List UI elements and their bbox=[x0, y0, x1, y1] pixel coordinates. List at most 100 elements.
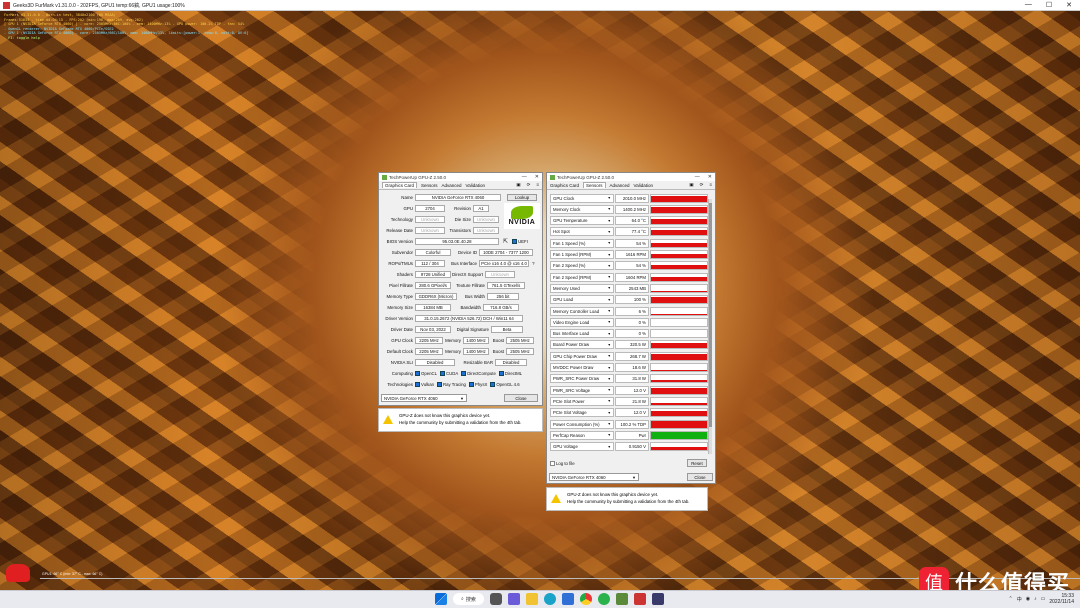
camera-icon[interactable]: ▣ bbox=[516, 182, 520, 188]
unknown-device-notice: GPU-Z does not know this graphics device… bbox=[378, 408, 543, 432]
volume-icon[interactable]: ♪ bbox=[1034, 596, 1037, 602]
minimize-icon[interactable]: — bbox=[695, 174, 700, 180]
close-icon[interactable]: ✕ bbox=[535, 174, 539, 180]
sensor-name[interactable]: GPU Voltage ▼ bbox=[550, 442, 614, 452]
furmark-taskbar-icon[interactable] bbox=[633, 593, 646, 605]
sensor-name[interactable]: Fan 1 Speed (RPM) ▼ bbox=[550, 250, 614, 259]
reset-button[interactable]: Reset bbox=[687, 459, 707, 467]
tab-sensors[interactable]: Sensors bbox=[583, 182, 606, 188]
sensor-name[interactable]: Fan 2 Speed (%) ▼ bbox=[550, 261, 614, 271]
sensor-name[interactable]: Power Consumption (%) ▼ bbox=[550, 419, 614, 429]
tab-validation[interactable]: Validation bbox=[466, 183, 485, 188]
directml-checkbox[interactable] bbox=[498, 370, 504, 376]
log-to-file-checkbox[interactable] bbox=[550, 460, 555, 466]
chevron-down-icon: ▼ bbox=[607, 365, 611, 370]
diesize-label: Die Size bbox=[454, 216, 471, 222]
sli-field: Disabled bbox=[415, 358, 455, 366]
sensor-name[interactable]: Video Engine Load ▼ bbox=[550, 317, 614, 327]
task-view-icon[interactable] bbox=[489, 593, 502, 605]
sensor-graph-fill bbox=[651, 254, 707, 258]
uefi-checkbox[interactable] bbox=[512, 238, 518, 244]
sensor-scrollbar[interactable] bbox=[708, 199, 712, 454]
gpuz-tabs: Graphics Card Sensors Advanced Validatio… bbox=[547, 181, 715, 190]
sensor-name[interactable]: Memory Used ▼ bbox=[550, 283, 614, 293]
chevron-down-icon: ▼ bbox=[607, 263, 611, 268]
sensor-name[interactable]: PCIe Slot Power ▼ bbox=[550, 396, 614, 406]
directx-label: DirectX Support bbox=[452, 271, 483, 277]
language-indicator[interactable]: 中 bbox=[1017, 596, 1022, 603]
sensor-name[interactable]: GPU Clock ▼ bbox=[550, 193, 614, 203]
sensor-name[interactable]: PCIe Slot Voltage ▼ bbox=[550, 408, 614, 418]
sensor-name[interactable]: Board Power Draw ▼ bbox=[550, 340, 614, 350]
sensor-graph bbox=[650, 351, 708, 361]
wechat-icon[interactable] bbox=[597, 593, 610, 605]
sensor-row: Memory Used ▼ 2543 MB bbox=[550, 283, 708, 293]
tab-graphics-card[interactable]: Graphics Card bbox=[550, 183, 579, 188]
opencl-checkbox[interactable] bbox=[415, 370, 420, 376]
help-icon[interactable]: ? bbox=[532, 261, 535, 266]
sensor-name[interactable]: Fan 1 Speed (%) ▼ bbox=[550, 238, 614, 248]
gpuz-app-icon bbox=[550, 174, 555, 180]
cuda-checkbox[interactable] bbox=[440, 370, 446, 376]
sensor-name[interactable]: GPU Chip Power Draw ▼ bbox=[550, 351, 614, 361]
minimize-icon[interactable]: — bbox=[522, 174, 527, 180]
minimize-icon[interactable]: — bbox=[1025, 1, 1032, 9]
app-taskbar-icon[interactable] bbox=[651, 593, 664, 605]
sensor-name[interactable]: GPU Temperature ▼ bbox=[550, 216, 614, 226]
sensor-name[interactable]: GPU Load ▼ bbox=[550, 295, 614, 305]
notice-line-2: Help the community by submitting a valid… bbox=[567, 499, 690, 504]
file-explorer-icon[interactable] bbox=[525, 593, 538, 605]
chrome-icon[interactable] bbox=[579, 593, 592, 605]
lookup-button[interactable]: Lookup bbox=[507, 193, 537, 201]
menu-icon[interactable]: ≡ bbox=[536, 182, 539, 188]
close-icon[interactable]: ✕ bbox=[1066, 1, 1072, 9]
sensor-name[interactable]: Hot Spot ▼ bbox=[550, 227, 614, 237]
search-icon: ⌕ bbox=[461, 596, 464, 602]
refresh-icon[interactable]: ⟳ bbox=[700, 182, 704, 188]
chevron-down-icon: ▼ bbox=[607, 388, 611, 393]
share-icon[interactable]: ⇱ bbox=[503, 238, 508, 245]
tab-advanced[interactable]: Advanced bbox=[442, 183, 462, 188]
chat-icon[interactable] bbox=[507, 593, 520, 605]
sensor-name[interactable]: PerfCap Reason ▼ bbox=[550, 430, 614, 440]
windows-start-icon[interactable] bbox=[435, 593, 447, 605]
sensor-name[interactable]: Fan 2 Speed (RPM) ▼ bbox=[550, 272, 614, 282]
pixelfill-label: Pixel Fillrate bbox=[389, 282, 413, 288]
tab-advanced[interactable]: Advanced bbox=[610, 183, 630, 188]
store-icon[interactable] bbox=[561, 593, 574, 605]
maximize-icon[interactable]: ☐ bbox=[1046, 1, 1052, 9]
clock[interactable]: 15:33 2022/11/14 bbox=[1049, 593, 1074, 605]
sensor-name[interactable]: PWR_SRC Voltage ▼ bbox=[550, 385, 614, 395]
device-select[interactable]: NVIDIA GeForce RTX 4060 ▼ bbox=[381, 394, 467, 402]
physx-checkbox[interactable] bbox=[468, 381, 474, 387]
sensor-name[interactable]: Bus Interface Load ▼ bbox=[550, 329, 614, 339]
taskbar-search[interactable]: ⌕ 搜索 bbox=[453, 593, 484, 605]
close-button[interactable]: Close bbox=[504, 394, 538, 402]
refresh-icon[interactable]: ⟳ bbox=[527, 182, 531, 188]
scrollbar-thumb[interactable] bbox=[709, 203, 712, 427]
close-icon[interactable]: ✕ bbox=[708, 174, 712, 180]
directcompute-checkbox[interactable] bbox=[461, 370, 467, 376]
sensor-graph bbox=[650, 272, 708, 282]
vulkan-checkbox[interactable] bbox=[415, 381, 420, 387]
tab-sensors[interactable]: Sensors bbox=[421, 183, 438, 188]
buswidth-field: 256 bit bbox=[487, 292, 519, 300]
device-select[interactable]: NVIDIA GeForce RTX 4060 ▼ bbox=[549, 473, 639, 481]
sensor-name[interactable]: Memory Clock ▼ bbox=[550, 204, 614, 214]
gpuz-taskbar-icon[interactable] bbox=[615, 593, 628, 605]
battery-icon[interactable]: ▭ bbox=[1041, 596, 1046, 602]
edge-icon[interactable] bbox=[543, 593, 556, 605]
tab-validation[interactable]: Validation bbox=[634, 183, 653, 188]
sensor-name[interactable]: MVDDC Power Draw ▼ bbox=[550, 363, 614, 372]
camera-icon[interactable]: ▣ bbox=[689, 182, 693, 188]
sensor-row: PerfCap Reason ▼ Pwr bbox=[550, 430, 708, 440]
menu-icon[interactable]: ≡ bbox=[709, 182, 712, 188]
tab-graphics-card[interactable]: Graphics Card bbox=[382, 182, 418, 188]
sensor-name[interactable]: Memory Controller Load ▼ bbox=[550, 306, 614, 316]
opengl-checkbox[interactable] bbox=[490, 381, 496, 387]
network-icon[interactable]: ◉ bbox=[1026, 596, 1030, 602]
close-button[interactable]: Close bbox=[687, 473, 713, 481]
chevron-up-icon[interactable]: ⌃ bbox=[1009, 596, 1013, 602]
sensor-name[interactable]: PWR_SRC Power Draw ▼ bbox=[550, 374, 614, 384]
raytracing-checkbox[interactable] bbox=[436, 381, 442, 387]
